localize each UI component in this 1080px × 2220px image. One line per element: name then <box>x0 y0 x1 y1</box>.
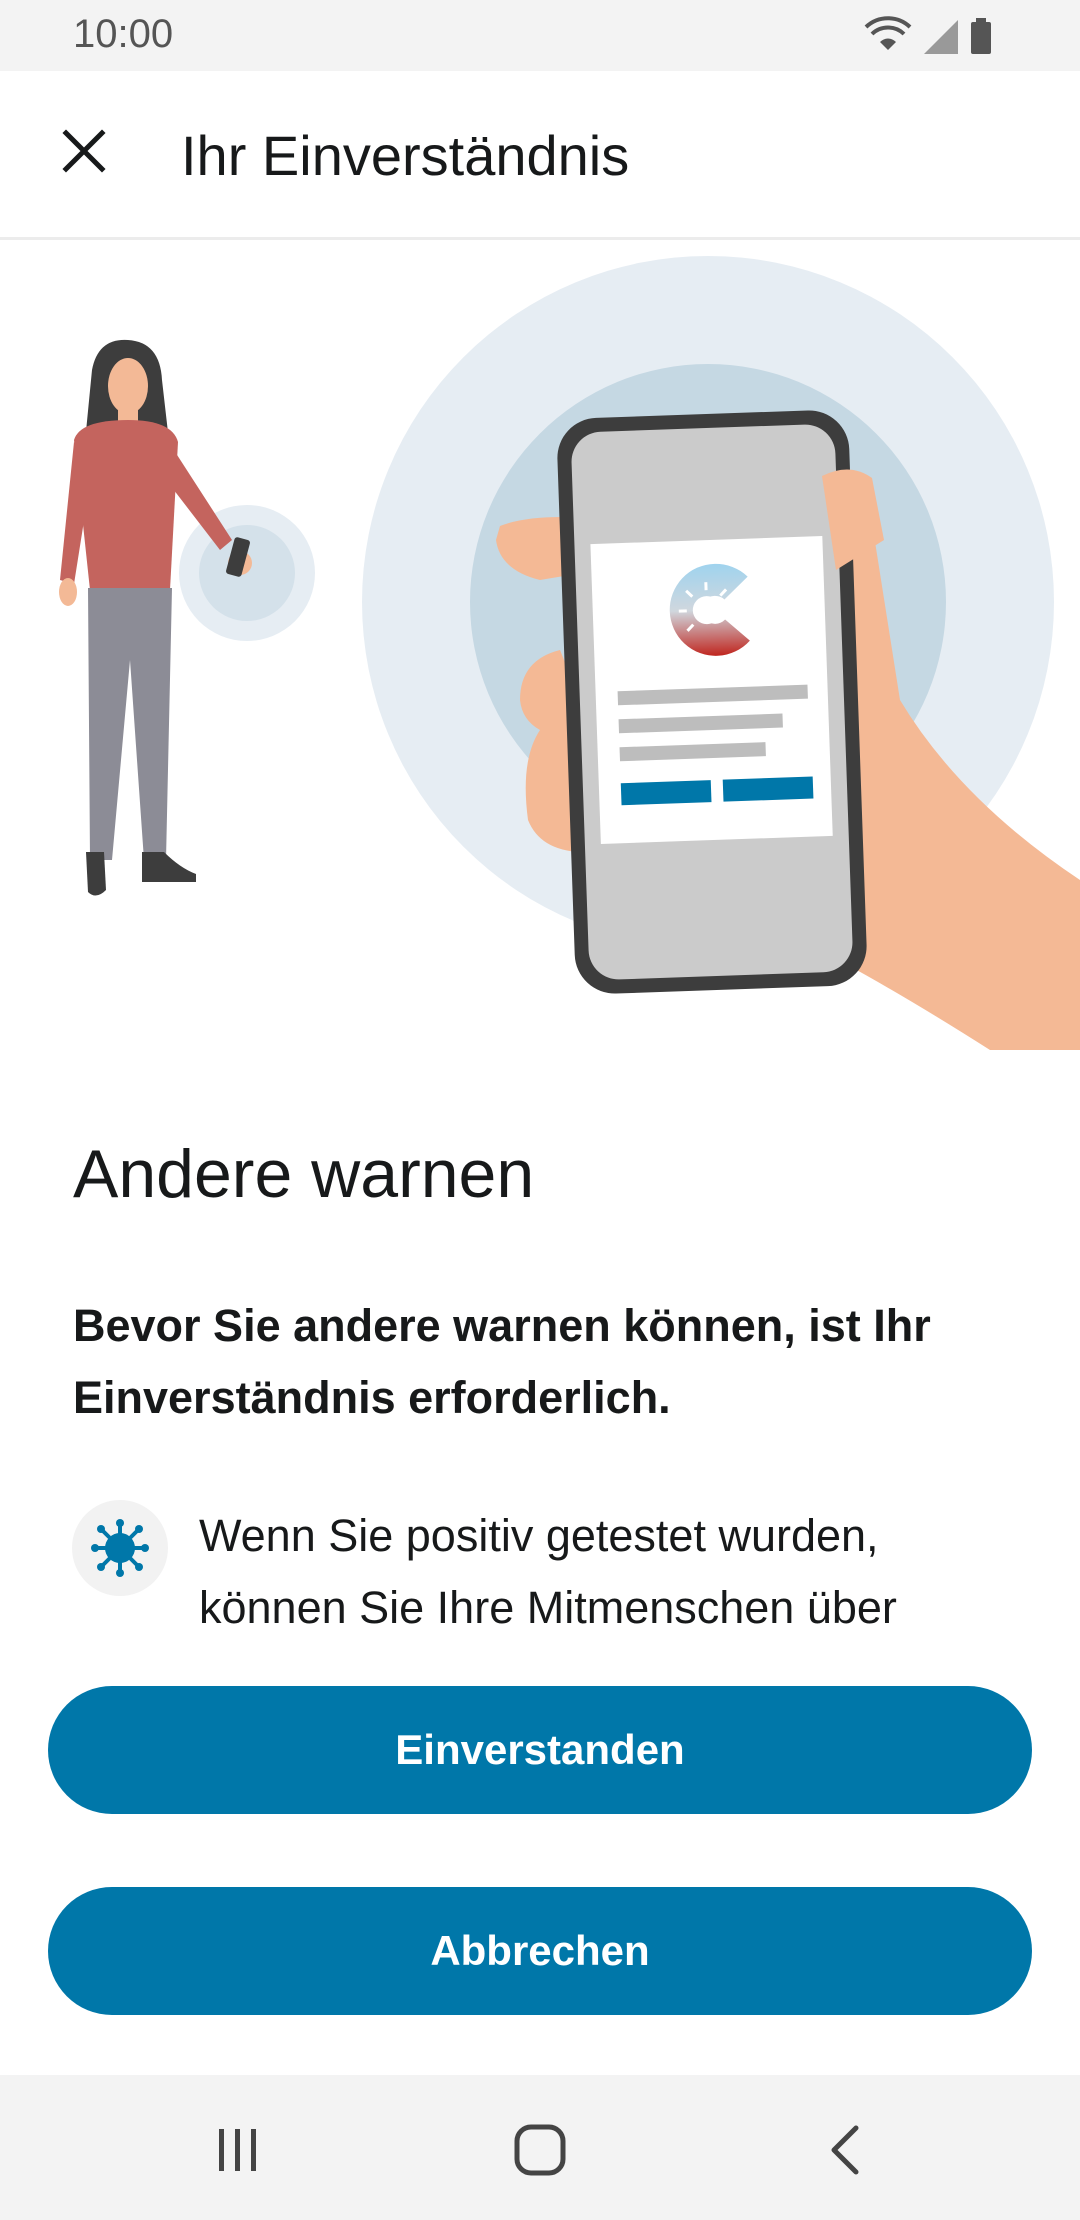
home-icon <box>514 2124 566 2176</box>
system-nav-bar <box>0 2075 1080 2220</box>
recent-apps-button[interactable] <box>198 2115 278 2185</box>
page-title: Ihr Einverständnis <box>181 124 630 187</box>
info-icon-background <box>72 1500 168 1596</box>
info-text: Wenn Sie positiv getestet wurden, können… <box>199 1510 897 1633</box>
scroll-fade <box>0 1625 1080 1655</box>
close-icon <box>62 129 106 173</box>
section-heading: Andere warnen <box>73 1136 535 1212</box>
cancel-button[interactable]: Abbrechen <box>48 1887 1032 2015</box>
close-button[interactable] <box>44 111 124 191</box>
cell-signal-icon <box>924 20 958 54</box>
status-bar: 10:00 <box>0 0 1080 71</box>
phone-illustration <box>557 410 867 994</box>
status-time: 10:00 <box>73 12 174 56</box>
back-button[interactable] <box>805 2115 885 2185</box>
home-button[interactable] <box>500 2115 580 2185</box>
recent-apps-icon <box>219 2129 256 2171</box>
consent-subtitle: Bevor Sie andere warnen können, ist Ihr … <box>73 1300 931 1423</box>
info-item: Wenn Sie positiv getestet wurden, können… <box>72 1500 1032 1640</box>
person-illustration <box>59 339 315 896</box>
hero-illustration <box>0 240 1080 1060</box>
battery-icon <box>971 18 991 54</box>
back-icon <box>831 2125 859 2175</box>
accept-button[interactable]: Einverstanden <box>48 1686 1032 1814</box>
app-bar: Ihr Einverständnis <box>0 71 1080 240</box>
wifi-icon <box>864 16 912 50</box>
virus-icon <box>91 1519 149 1577</box>
status-icons <box>860 16 1010 56</box>
